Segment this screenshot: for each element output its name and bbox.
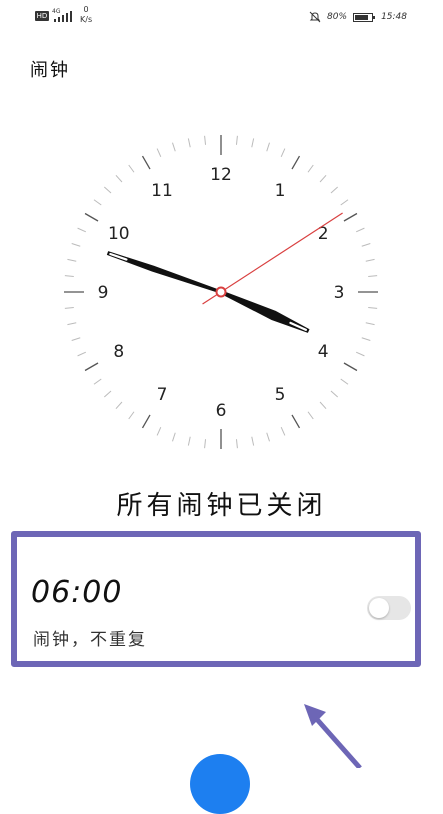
network-speed-value: 0 [83,5,89,14]
clock-tick [291,414,301,429]
clock-tick [330,186,339,194]
clock-tick [340,199,349,206]
clock-tick [156,148,162,157]
clock-tick [235,439,238,449]
clock-number: 6 [216,401,227,421]
alarms-status-heading: 所有闹钟已关闭 [116,491,327,521]
status-bar: HD 4G 0 K/s 80% 15:48 [0,0,443,34]
clock-tick [64,275,74,278]
status-time: 15:48 [381,12,407,22]
clock-number: 2 [318,224,329,244]
clock-tick [93,199,102,206]
clock-number: 8 [113,342,124,362]
clock-tick [368,275,378,278]
network-speed-unit: K/s [80,15,93,24]
clock-tick [204,135,207,145]
bell-off-icon [309,11,321,23]
clock-tick [319,401,327,410]
clock-tick [103,186,112,194]
clock-center [215,286,227,298]
network-speed: 0 K/s [80,5,92,25]
clock-tick [84,212,99,222]
signal-icon: 4G [52,8,72,22]
clock-tick [103,390,112,398]
clock-tick [235,135,238,145]
clock-face: 121234567891011 [64,135,378,449]
clock-tick [77,351,86,357]
clock-tick [128,164,135,173]
clock-tick [361,337,371,341]
clock-tick [187,138,191,148]
clock-tick [67,258,77,262]
clock-tick [356,351,365,357]
clock-tick [128,411,135,420]
clock-tick [156,427,162,436]
clock-tick [361,243,371,247]
clock-number: 9 [98,283,109,303]
clock-tick [343,362,358,372]
clock-tick [280,427,286,436]
clock-tick [71,337,81,341]
alarm-time: 06:00 [31,575,123,610]
clock-tick [115,401,123,410]
clock-tick [330,390,339,398]
clock-tick [356,227,365,233]
clock-tick [280,148,286,157]
clock-tick [71,243,81,247]
clock-tick [93,378,102,385]
clock-tick [204,439,207,449]
clock-tick [266,432,270,442]
clock-tick [251,436,255,446]
clock-number: 3 [334,283,345,303]
clock-tick [307,411,314,420]
clock-number: 1 [275,181,286,201]
clock-tick [307,164,314,173]
clock-tick [84,362,99,372]
status-right: 80% 15:48 [309,11,407,23]
clock-number: 11 [151,181,173,201]
clock-tick [365,322,375,326]
hd-icon: HD [35,11,49,21]
battery-percent: 80% [327,12,348,22]
clock-tick [365,258,375,262]
clock-number: 5 [275,385,286,405]
clock-tick [251,138,255,148]
clock-tick [64,306,74,309]
clock-number: 4 [318,342,329,362]
clock-tick [77,227,86,233]
toggle-knob [369,598,389,618]
analog-clock: 12 1 2 3 4 5 6 7 8 9 10 11 [56,127,386,457]
clock-tick [319,174,327,183]
alarm-item[interactable]: 06:00 闹钟，不重复 [11,531,421,667]
minute-hand [106,251,226,295]
add-alarm-button[interactable] [190,754,250,814]
clock-tick [172,432,176,442]
clock-tick [368,306,378,309]
clock-tick [343,212,358,222]
battery-icon [353,12,376,22]
clock-number: 10 [108,224,130,244]
clock-tick [266,142,270,152]
clock-tick [187,436,191,446]
page-title: 闹钟 [30,60,70,81]
clock-tick [340,378,349,385]
alarm-toggle[interactable] [367,596,411,620]
arrow-annotation-icon [304,704,362,768]
clock-tick [172,142,176,152]
clock-number: 7 [157,385,168,405]
clock-tick [141,155,151,170]
clock-tick [141,414,151,429]
clock-tick [67,322,77,326]
clock-tick [115,174,123,183]
clock-number: 12 [210,165,232,185]
alarm-description: 闹钟，不重复 [33,630,147,650]
network-label: 4G [52,8,61,15]
clock-tick [291,155,301,170]
